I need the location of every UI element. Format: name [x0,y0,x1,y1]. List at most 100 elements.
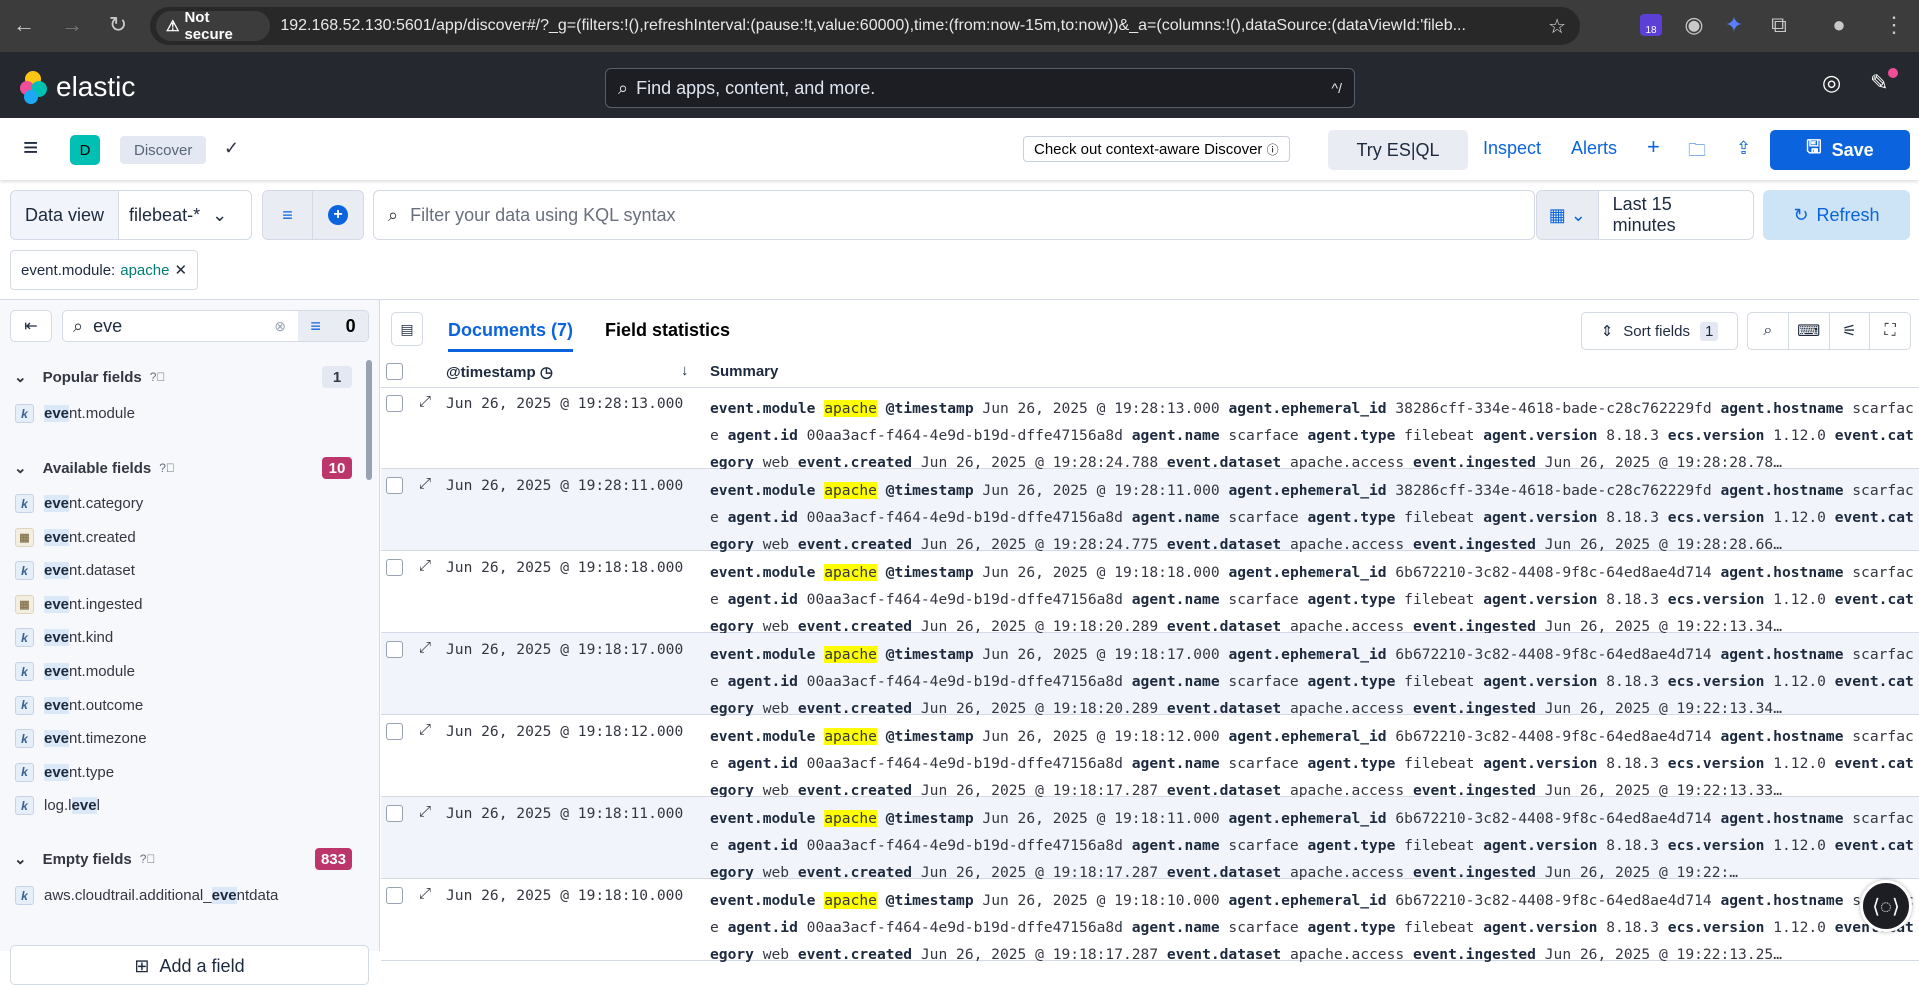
global-search-input[interactable]: ⌕ Find apps, content, and more. ^/ [605,68,1355,108]
extension-icon[interactable]: ✦ [1720,12,1748,38]
profile-avatar[interactable]: ● [1825,12,1853,38]
field-type-filter-button[interactable]: ≡ 0 [298,311,368,341]
field-item[interactable]: k log.level [15,796,100,816]
space-avatar[interactable]: D [70,135,100,165]
table-row[interactable]: ⤢ Jun 26, 2025 @ 19:28:11.000 event.module… [381,469,1919,553]
field-item[interactable]: k aws.cloudtrail.additional_eventdata [15,886,278,905]
row-timestamp: Jun 26, 2025 @ 19:18:12.000 [446,723,684,740]
open-folder-icon[interactable]: 🗀 [1688,138,1706,168]
inspect-link[interactable]: Inspect [1483,138,1541,159]
row-checkbox[interactable] [386,395,403,412]
save-button[interactable]: 🖫 Save [1770,130,1910,170]
field-search-input[interactable]: ⌕ eve ⊗ ≡ 0 [62,310,369,342]
new-plus-icon[interactable]: + [1647,134,1660,160]
field-item[interactable]: k event.type [15,762,114,782]
forward-icon[interactable]: → [58,12,86,38]
toggle-chart-button[interactable]: ▤ [391,312,423,346]
select-all-checkbox[interactable] [386,363,403,380]
expand-icon[interactable]: ⤢ [419,803,431,820]
row-checkbox[interactable] [386,559,403,576]
time-range-value[interactable]: Last 15 minutes [1599,194,1753,236]
table-row[interactable]: ⤢ Jun 26, 2025 @ 19:18:18.000 event.module… [381,551,1919,635]
bookmark-star-icon[interactable]: ☆ [1548,14,1566,39]
sort-fields-button[interactable]: ⇕ Sort fields 1 [1581,312,1738,350]
add-field-button[interactable]: ⊞ Add a field [10,945,369,985]
kql-search-input[interactable]: ⌕ Filter your data using KQL syntax [373,190,1535,240]
table-row[interactable]: ⤢ Jun 26, 2025 @ 19:18:11.000 event.module… [381,797,1919,881]
url-text[interactable]: 192.168.52.130:5601/app/discover#/?_g=(f… [280,17,1548,35]
field-item[interactable]: k event.module [15,662,135,681]
field-item[interactable]: ▦ event.ingested [15,594,142,614]
field-item[interactable]: k event.timezone [15,729,147,749]
table-row[interactable]: ⤢ Jun 26, 2025 @ 19:18:12.000 event.module… [381,715,1919,799]
table-row[interactable]: ⤢ Jun 26, 2025 @ 19:18:10.000 event.module… [381,879,1919,963]
expand-icon[interactable]: ⤢ [419,639,431,656]
table-row[interactable]: ⤢ Jun 26, 2025 @ 19:28:13.000 event.module… [381,387,1919,471]
menu-hamburger-icon[interactable]: ≡ [23,132,38,163]
table-row[interactable]: ⤢ Jun 26, 2025 @ 19:18:17.000 event.module… [381,633,1919,717]
add-filter-plus-icon[interactable]: + [313,191,363,239]
section-popular[interactable]: ⌄ Popular fields ?⃝ 1 [14,366,352,388]
field-item[interactable]: k event.dataset [15,561,135,581]
expand-icon[interactable]: ⤢ [419,885,431,902]
field-item[interactable]: ▦ event.created [15,527,136,547]
tab-documents[interactable]: Documents (7) [448,320,574,352]
display-settings-icon[interactable]: ⚟ [1830,313,1871,349]
share-icon[interactable]: ⇪ [1736,138,1751,159]
expand-icon[interactable]: ⤢ [419,557,431,574]
refresh-button[interactable]: ↻ Refresh [1763,190,1910,240]
data-view-picker[interactable]: Data view filebeat-* ⌄ [10,190,252,240]
row-checkbox[interactable] [386,887,403,904]
address-bar[interactable]: ⚠ Not secure 192.168.52.130:5601/app/disc… [150,7,1580,45]
field-item[interactable]: k event.module [15,404,135,423]
reload-icon[interactable]: ↻ [104,12,132,38]
extension-icon[interactable]: ◉ [1680,12,1708,38]
expand-icon[interactable]: ⤢ [419,393,431,410]
search-icon: ⌕ [73,315,84,336]
row-checkbox[interactable] [386,477,403,494]
expand-icon[interactable]: ⤢ [419,475,431,492]
extension-badge[interactable]: 18 [1640,14,1662,36]
close-icon[interactable]: ✕ [174,261,187,279]
context-aware-button[interactable]: Check out context-aware Discover ⓘ [1023,136,1290,162]
field-item[interactable]: k event.outcome [15,695,143,715]
try-esql-button[interactable]: Try ES|QL [1328,130,1468,170]
collapse-sidebar-button[interactable]: ⇤ [10,310,52,342]
sort-desc-arrow-icon[interactable]: ↓ [681,362,689,379]
help-icon: ?⃝ [159,461,175,475]
section-available[interactable]: ⌄ Available fields ?⃝ 10 [14,457,352,479]
search-icon[interactable]: ⌕ [1748,313,1789,349]
expand-icon[interactable]: ⤢ [419,721,431,738]
field-name: event.category [44,495,144,512]
calendar-icon[interactable]: ▦ ⌄ [1537,191,1599,239]
clear-icon[interactable]: ⊗ [274,318,286,335]
help-icon[interactable]: ◎ [1822,70,1841,96]
row-checkbox[interactable] [386,805,403,822]
keyboard-icon[interactable]: ⌨ [1789,313,1830,349]
data-view-value[interactable]: filebeat-* [129,205,200,226]
scrollbar[interactable] [366,360,372,480]
fullscreen-icon[interactable]: ⛶ [1870,313,1910,349]
field-search-value[interactable]: eve [93,316,274,337]
field-item[interactable]: k event.category [15,494,143,513]
field-item[interactable]: k event.kind [15,628,113,648]
tab-field-statistics[interactable]: Field statistics [605,320,730,341]
query-menu-filter-icon[interactable]: ≡ [263,191,313,239]
news-feed-icon[interactable]: ✎ [1870,70,1888,96]
section-empty[interactable]: ⌄ Empty fields ?⃝ 833 [14,848,352,870]
filter-pill[interactable]: event.module: apache ✕ [10,250,199,290]
row-checkbox[interactable] [386,723,403,740]
time-picker[interactable]: ▦ ⌄ Last 15 minutes [1536,190,1754,240]
menu-kebab-icon[interactable]: ⋮ [1880,12,1908,38]
filter-pill-value: apache [120,261,170,279]
assistant-floating-button[interactable]: ⟨◌⟩ [1860,880,1912,932]
extensions-puzzle-icon[interactable]: ⧉ [1765,12,1793,38]
column-summary[interactable]: Summary [710,363,778,380]
breadcrumb[interactable]: Discover [120,136,207,164]
row-checkbox[interactable] [386,641,403,658]
column-timestamp[interactable]: @timestamp ◷ [446,363,553,381]
not-secure-badge[interactable]: ⚠ Not secure [156,9,271,43]
back-icon[interactable]: ← [10,12,38,38]
alerts-link[interactable]: Alerts [1571,138,1617,159]
elastic-logo[interactable]: elastic [18,70,135,104]
